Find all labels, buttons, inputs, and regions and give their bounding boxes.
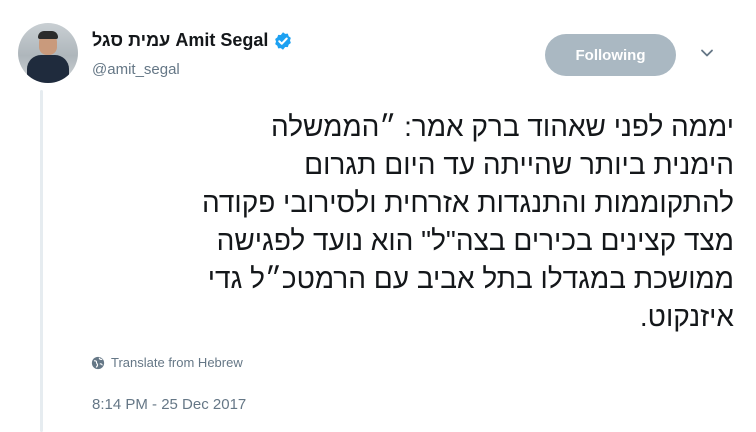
verified-badge-icon xyxy=(275,31,292,50)
user-handle[interactable]: @amit_segal xyxy=(92,61,180,78)
tweet-text: יממה לפני שאהוד ברק אמר: ״הממשלה הימנית … xyxy=(74,108,734,336)
chevron-down-icon[interactable] xyxy=(699,45,715,61)
avatar[interactable] xyxy=(18,23,78,83)
tweet-text-line: איזנקוט. xyxy=(639,301,734,332)
author-name-row[interactable]: עמית סגל Amit Segal xyxy=(92,30,293,51)
tweet-timestamp[interactable]: 8:14 PM - 25 Dec 2017 xyxy=(92,396,246,413)
display-name[interactable]: עמית סגל Amit Segal xyxy=(92,30,268,51)
tweet-text-line: ממושכת במגדלו בתל אביב עם הרמטכ״ל גדי xyxy=(207,263,734,294)
translate-label[interactable]: Translate from Hebrew xyxy=(111,355,243,370)
translate-link[interactable]: Translate from Hebrew xyxy=(91,355,243,370)
thread-connector-line xyxy=(40,90,43,432)
tweet-text-line: הימנית ביותר שהייתה עד היום תגרום xyxy=(304,149,734,180)
globe-icon xyxy=(91,356,105,369)
tweet-text-line: מצד קצינים בכירים בצה"ל" הוא נועד לפגישה xyxy=(216,225,734,256)
tweet-text-line: להתקוממות והתנגדות אזרחית ולסירובי פקודה xyxy=(201,187,734,218)
following-button[interactable]: Following xyxy=(545,34,676,76)
tweet-text-line: יממה לפני שאהוד ברק אמר: ״הממשלה xyxy=(271,111,734,142)
